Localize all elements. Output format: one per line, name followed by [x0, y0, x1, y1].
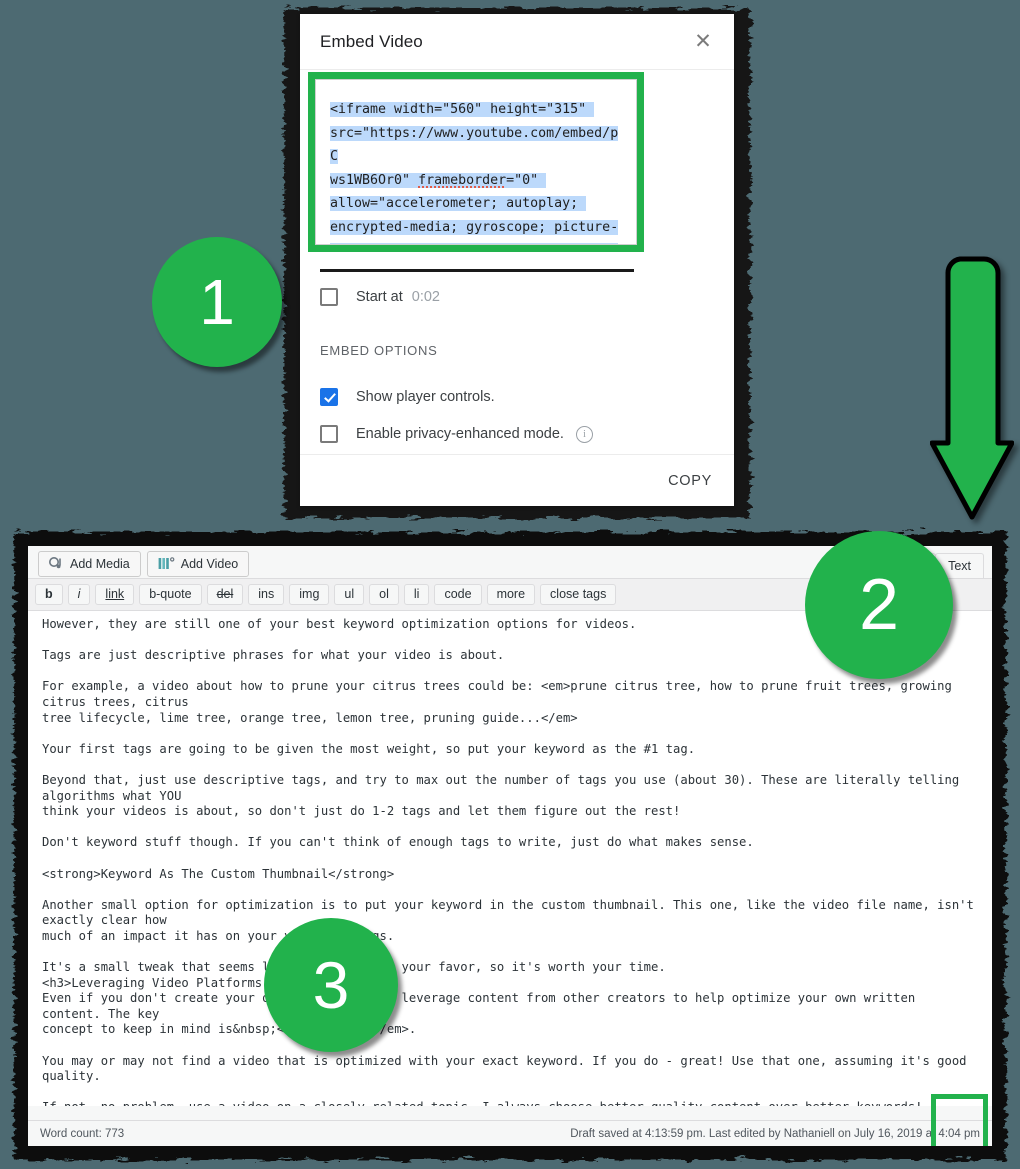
word-count: Word count: 773	[40, 1127, 125, 1140]
dialog-footer: COPY	[300, 454, 734, 506]
close-icon[interactable]: ✕	[690, 29, 716, 55]
privacy-enhanced-checkbox[interactable]	[320, 425, 338, 443]
info-icon[interactable]: i	[575, 425, 593, 443]
add-video-button[interactable]: Add Video	[146, 551, 250, 577]
quicktag-del[interactable]: del	[206, 584, 244, 605]
dialog-title: Embed Video	[320, 31, 423, 51]
embed-code-text: <iframe width="560" height="315" src="ht…	[330, 98, 622, 244]
start-at-checkbox[interactable]	[320, 288, 338, 306]
editor-status-bar: Word count: 773 Draft saved at 4:13:59 p…	[28, 1120, 992, 1146]
content-paragraph: Even if you don't create your own videos…	[42, 991, 916, 1037]
start-at-row[interactable]: Start at 0:02	[300, 282, 734, 312]
add-video-icon	[158, 557, 175, 569]
annotation-step-1: 1	[152, 237, 282, 367]
add-media-icon	[49, 557, 61, 569]
content-paragraph: Don't keyword stuff though. If you can't…	[42, 835, 754, 850]
embed-options-heading: EMBED OPTIONS	[320, 343, 438, 358]
down-arrow-icon	[930, 256, 1014, 520]
annotation-step-2: 2	[805, 531, 953, 679]
start-at-value[interactable]: 0:02	[412, 289, 440, 305]
content-paragraph: You may or may not find a video that is …	[42, 1053, 974, 1084]
show-player-controls-row[interactable]: Show player controls.	[300, 385, 734, 409]
quicktag-li[interactable]: li	[403, 584, 430, 605]
draft-saved-info: Draft saved at 4:13:59 pm. Last edited b…	[570, 1127, 980, 1140]
annotation-step-3: 3	[264, 918, 398, 1052]
copy-button[interactable]: COPY	[668, 473, 712, 489]
add-media-label: Add Media	[70, 557, 130, 571]
show-player-controls-label: Show player controls.	[356, 389, 495, 405]
embed-code-box[interactable]: <iframe width="560" height="315" src="ht…	[315, 79, 637, 245]
start-at-label: Start at	[356, 289, 403, 305]
content-paragraph: Another small option for optimization is…	[42, 897, 974, 943]
quicktag-link[interactable]: link	[95, 584, 135, 605]
quicktag-ins[interactable]: ins	[248, 584, 285, 605]
content-paragraph: For example, a video about how to prune …	[42, 679, 952, 725]
show-player-controls-checkbox[interactable]	[320, 388, 338, 406]
privacy-enhanced-row[interactable]: Enable privacy-enhanced mode. i	[300, 422, 734, 446]
scroll-rule-divider	[320, 269, 634, 272]
add-media-button[interactable]: Add Media	[38, 551, 141, 577]
content-paragraph: If not, no problem. use a video on a clo…	[42, 1100, 978, 1106]
content-paragraph: It's a small tweak that seems logical to…	[42, 960, 666, 975]
content-paragraph: Your first tags are going to be given th…	[42, 741, 696, 756]
quicktag-ol[interactable]: ol	[369, 584, 399, 605]
content-paragraph: <strong>Keyword As The Custom Thumbnail<…	[42, 866, 395, 881]
embed-video-dialog: Embed Video ✕ <iframe width="560" height…	[300, 14, 734, 506]
quicktag-b-quote[interactable]: b-quote	[139, 584, 202, 605]
editor-content-area[interactable]: However, they are still one of your best…	[28, 611, 992, 1106]
quicktag-img[interactable]: img	[289, 584, 330, 605]
dialog-header: Embed Video ✕	[300, 14, 734, 70]
quicktag-ul[interactable]: ul	[334, 584, 365, 605]
quicktag-code[interactable]: code	[434, 584, 482, 605]
add-video-label: Add Video	[180, 557, 239, 571]
content-heading-h3: <h3>Leveraging Video Platforms For Conte…	[42, 975, 387, 990]
content-paragraph: Beyond that, just use descriptive tags, …	[42, 772, 960, 819]
embed-code-highlight-ring: <iframe width="560" height="315" src="ht…	[308, 72, 644, 252]
quicktag-more[interactable]: more	[486, 584, 536, 605]
privacy-enhanced-label: Enable privacy-enhanced mode.	[356, 426, 564, 442]
quicktag-close-tags[interactable]: close tags	[540, 584, 617, 605]
quicktag-b[interactable]: b	[35, 584, 63, 605]
quicktag-i[interactable]: i	[67, 584, 91, 605]
